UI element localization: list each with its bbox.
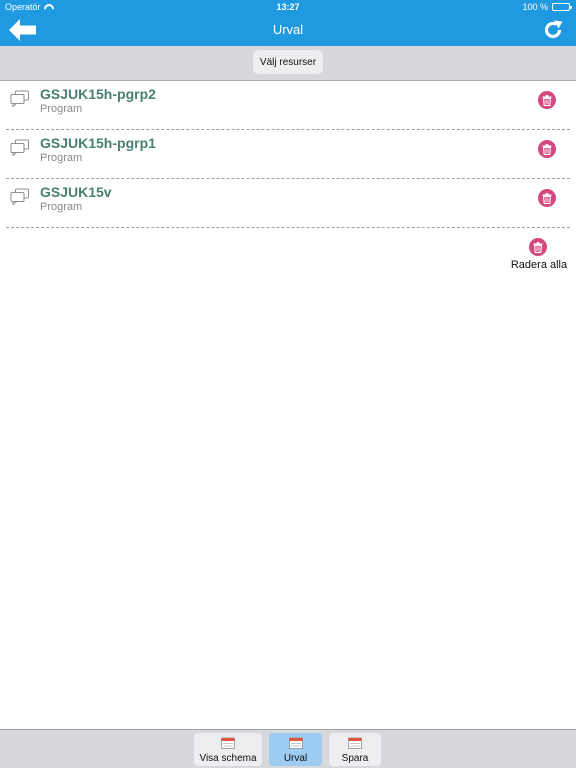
tab-label: Visa schema — [199, 753, 257, 764]
item-name: GSJUK15h-pgrp1 — [40, 135, 156, 151]
battery-percent: 100 % — [522, 2, 548, 12]
delete-all-button[interactable]: Radera alla — [506, 238, 572, 274]
navigation-bar: Urval — [0, 14, 576, 46]
chat-bubbles-icon — [10, 90, 29, 107]
list-item[interactable]: GSJUK15h-pgrp2 Program — [6, 81, 570, 130]
status-bar: Operatör 13:27 100 % — [0, 0, 576, 14]
battery-icon — [552, 3, 572, 11]
toolbar: Välj resurser — [0, 46, 576, 81]
delete-all-icon-wrap — [529, 238, 547, 256]
selection-list: GSJUK15h-pgrp2 Program GSJUK15h-pgrp1 Pr… — [0, 81, 576, 228]
trash-icon — [542, 94, 552, 106]
item-type: Program — [40, 201, 83, 213]
calendar-icon — [348, 737, 362, 749]
trash-icon — [542, 143, 552, 155]
delete-all-label: Radera alla — [510, 259, 568, 271]
status-time: 13:27 — [276, 2, 300, 12]
list-item[interactable]: GSJUK15v Program — [6, 179, 570, 228]
refresh-icon — [544, 20, 563, 39]
trash-icon — [542, 192, 552, 204]
item-type: Program — [40, 103, 83, 115]
trash-icon — [533, 241, 543, 253]
delete-item-button[interactable] — [538, 140, 556, 158]
tab-label: Urval — [283, 753, 308, 764]
tab-visa-schema[interactable]: Visa schema — [194, 733, 262, 766]
calendar-icon — [288, 737, 303, 749]
item-type: Program — [40, 152, 83, 164]
battery-status: 100 % — [522, 2, 572, 12]
choose-resources-button[interactable]: Välj resurser — [253, 50, 323, 74]
delete-item-button[interactable] — [538, 189, 556, 207]
chat-bubbles-icon — [10, 139, 29, 156]
page-title: Urval — [272, 22, 304, 37]
refresh-button[interactable] — [543, 20, 563, 40]
tab-spara[interactable]: Spara — [329, 733, 381, 766]
tab-bar: Visa schema Urval Spara — [0, 729, 576, 768]
item-name: GSJUK15h-pgrp2 — [40, 86, 156, 102]
chat-bubbles-icon — [10, 188, 29, 205]
calendar-icon — [221, 737, 235, 749]
list-item[interactable]: GSJUK15h-pgrp1 Program — [6, 130, 570, 179]
tab-label: Spara — [341, 753, 369, 764]
item-name: GSJUK15v — [40, 184, 112, 200]
delete-item-button[interactable] — [538, 91, 556, 109]
tab-urval[interactable]: Urval — [269, 733, 322, 766]
